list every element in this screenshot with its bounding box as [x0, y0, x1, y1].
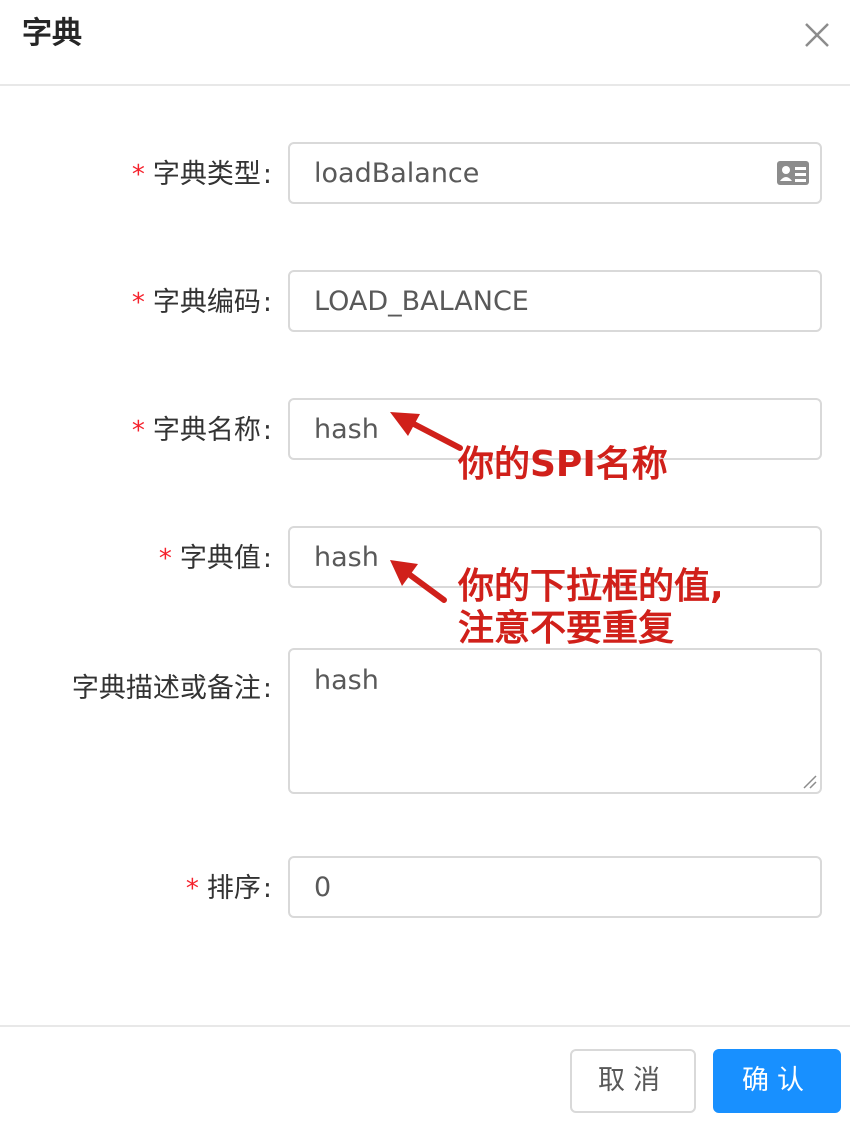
dict-type-value: loadBalance — [314, 158, 480, 189]
label-colon: : — [262, 159, 272, 190]
field-label: * 排序: — [186, 872, 272, 906]
field-label: * 字典编码: — [132, 286, 272, 320]
id-card-icon[interactable] — [776, 159, 810, 187]
label-colon: : — [262, 543, 272, 574]
dict-name-value: hash — [314, 414, 379, 445]
sort-input[interactable]: 0 — [288, 856, 822, 918]
dict-type-label: 字典类型 — [152, 159, 261, 190]
dict-description-textarea[interactable]: hash — [288, 648, 822, 794]
annotation-spi-name: 你的SPI名称 — [458, 444, 668, 485]
dict-value-label: 字典值 — [179, 543, 261, 574]
dict-description-value: hash — [314, 665, 379, 696]
sort-label: 排序 — [206, 873, 261, 904]
label-colon: : — [262, 287, 272, 318]
required-mark: * — [185, 874, 199, 904]
resize-handle-icon[interactable] — [800, 772, 818, 790]
field-label: * 字典名称: — [132, 414, 272, 448]
dialog-header: 字典 — [0, 0, 850, 86]
dictionary-dialog: 字典 * 字典类型: loadBalance * 字典编码: LOAD_BALA… — [0, 0, 850, 1126]
confirm-button[interactable]: 确认 — [713, 1049, 841, 1113]
annotation-arrow-value — [390, 560, 447, 603]
dict-code-value: LOAD_BALANCE — [314, 286, 529, 317]
dict-code-input[interactable]: LOAD_BALANCE — [288, 270, 822, 332]
dialog-footer: 取消 确认 — [0, 1025, 850, 1126]
sort-value: 0 — [314, 872, 332, 903]
dict-value-value: hash — [314, 542, 379, 573]
dict-code-label: 字典编码 — [152, 287, 261, 318]
field-label: * 字典类型: — [132, 158, 272, 192]
label-colon: : — [262, 415, 272, 446]
field-label: * 字典值: — [159, 542, 272, 576]
close-button[interactable] — [798, 16, 836, 54]
required-mark: * — [158, 544, 172, 574]
dict-name-label: 字典名称 — [152, 415, 261, 446]
annotation-dropdown-value-line1: 你的下拉框的值, — [458, 566, 724, 607]
annotation-arrow-name — [390, 412, 463, 451]
close-icon — [805, 23, 829, 47]
field-label: 字典描述或备注: — [72, 672, 272, 706]
required-mark: * — [131, 160, 145, 190]
label-colon: : — [262, 673, 272, 704]
label-colon: : — [262, 873, 272, 904]
required-mark: * — [131, 416, 145, 446]
cancel-button[interactable]: 取消 — [570, 1049, 696, 1113]
dict-type-input[interactable]: loadBalance — [288, 142, 822, 204]
annotation-dropdown-value-line2: 注意不要重复 — [458, 608, 675, 649]
dialog-title: 字典 — [22, 16, 82, 51]
dict-description-label: 字典描述或备注 — [71, 673, 261, 704]
required-mark: * — [131, 288, 145, 318]
